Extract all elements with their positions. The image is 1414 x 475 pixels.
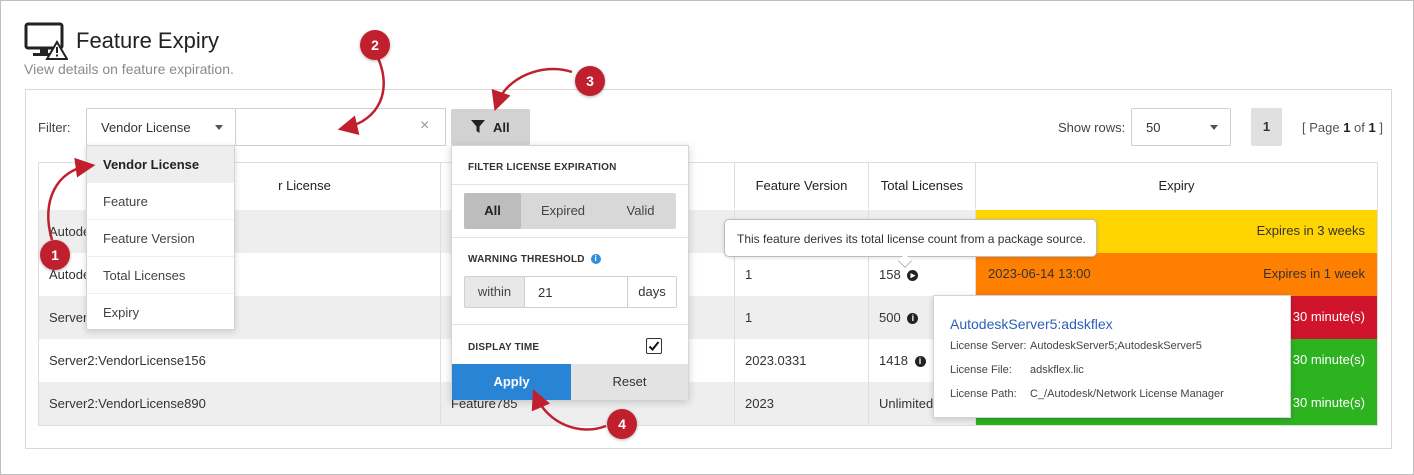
callout-badge-3: 3: [575, 66, 605, 96]
annotation-arrow-1: [47, 157, 96, 241]
annotation-arrow-4: [531, 389, 607, 431]
annotation-arrow-3: [491, 67, 573, 112]
annotation-arrow-2: [337, 57, 385, 135]
callout-badge-2: 2: [360, 30, 390, 60]
callout-badge-4: 4: [607, 409, 637, 439]
annotation-arrows: [47, 57, 607, 431]
callout-badge-1: 1: [40, 240, 70, 270]
